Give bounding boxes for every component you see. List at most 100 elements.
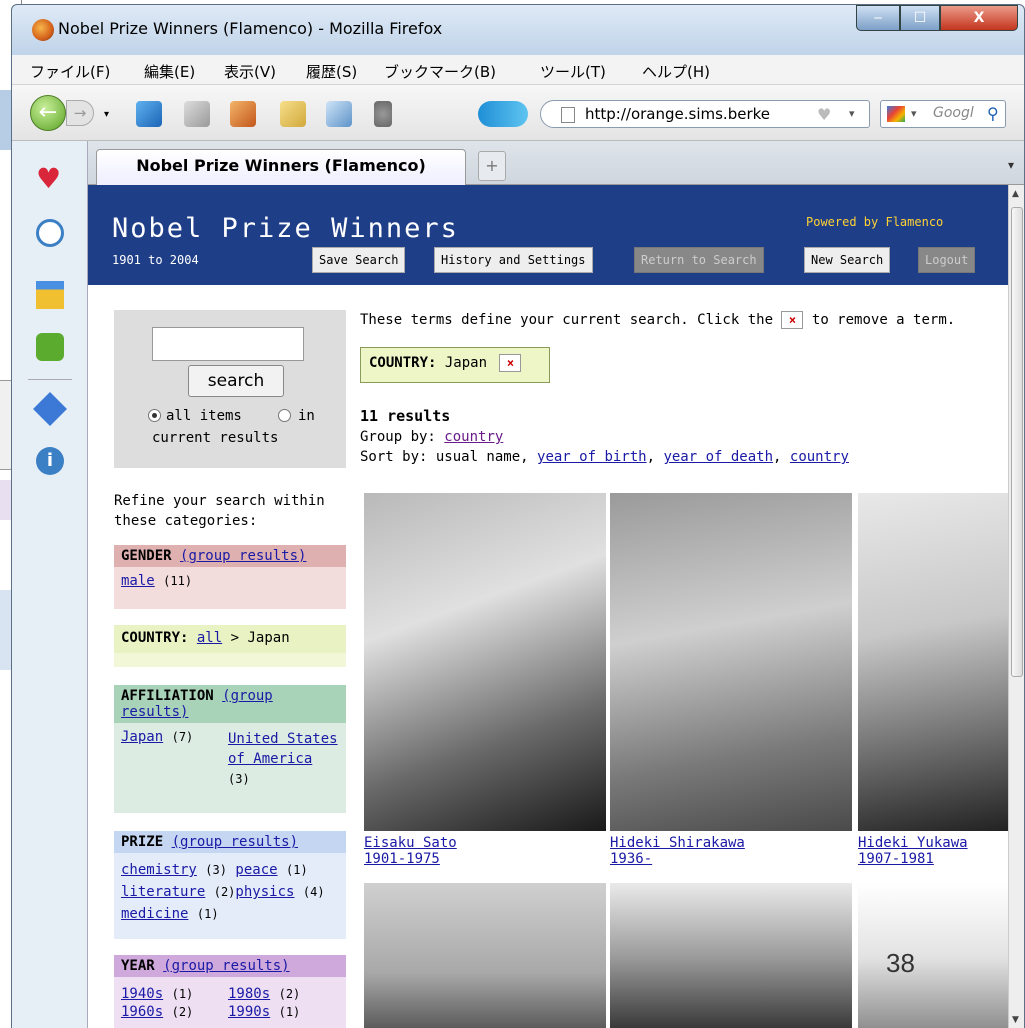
forward-button[interactable]: → [66,100,94,126]
back-button[interactable]: ← [30,95,66,131]
prize-group-link[interactable]: (group results) [172,834,298,850]
person-2-years-link[interactable]: 1936- [610,851,652,867]
group-by-line: Group by: country [360,429,503,445]
history-dropdown-icon[interactable]: ▾ [104,109,114,120]
prize-chemistry-link[interactable]: chemistry [121,862,197,878]
addon-pill-icon[interactable] [478,101,528,127]
person-1-years-link[interactable]: 1901-1975 [364,851,440,867]
downloads-icon[interactable] [36,281,64,309]
gender-group-link[interactable]: (group results) [180,548,306,564]
year-1980s-link[interactable]: 1980s [228,986,270,1002]
engine-dropdown-icon[interactable]: ▾ [911,107,917,120]
menu-file[interactable]: ファイル(F) [30,61,110,82]
vertical-scrollbar[interactable]: ▲ ▼ [1008,185,1024,1028]
url-dropdown-icon[interactable]: ▾ [849,107,855,120]
sort-country-link[interactable]: country [790,449,849,465]
info-icon[interactable]: i [36,447,64,475]
scroll-down-icon[interactable]: ▼ [1012,1015,1019,1025]
year-1940s-link[interactable]: 1940s [121,986,163,1002]
current-results-radio[interactable] [278,409,291,422]
person-2-caption: Hideki Shirakawa 1936- [610,835,745,867]
site-banner: Nobel Prize Winners 1901 to 2004 Powered… [88,185,1008,285]
year-1960s-link[interactable]: 1960s [121,1004,163,1020]
menu-edit[interactable]: 編集(E) [144,61,195,82]
plugin-icon[interactable] [33,392,67,426]
tab-nobel[interactable]: Nobel Prize Winners (Flamenco) [96,149,466,185]
stop-icon[interactable] [184,101,210,127]
intro-text-a: These terms define your current search. … [360,312,774,328]
tab-list-icon[interactable]: ▾ [1000,151,1022,181]
photo-eisaku-sato[interactable] [364,493,606,831]
history-clock-icon[interactable] [36,219,64,247]
sort-by-line: Sort by: usual name, year of birth, year… [360,449,849,465]
extension-icon[interactable] [374,101,392,127]
new-window-icon[interactable] [326,101,352,127]
person-2-name-link[interactable]: Hideki Shirakawa [610,835,745,851]
country-separator: > [230,630,240,646]
prize-medicine-link[interactable]: medicine [121,906,188,922]
search-button[interactable]: search [188,365,284,397]
refine-heading-2: these categories: [114,513,258,529]
minimize-button[interactable]: ‒ [856,5,900,31]
photo-hideki-yukawa[interactable] [858,493,1008,831]
menu-history[interactable]: 履歴(S) [306,61,357,82]
close-button[interactable]: X [940,5,1018,31]
prize-literature-count: (2) [213,885,236,899]
url-bar[interactable]: http://orange.sims.berke ♥ ▾ [540,100,870,128]
menu-help[interactable]: ヘルプ(H) [642,61,710,82]
affiliation-japan-link[interactable]: Japan [121,729,163,745]
menu-bar: ファイル(F) 編集(E) 表示(V) 履歴(S) ブックマーク(B) ツール(… [12,55,1024,85]
person-1-name-link[interactable]: Eisaku Sato [364,835,457,851]
new-tab-button[interactable]: + [478,151,506,181]
person-3-name-link[interactable]: Hideki Yukawa [858,835,968,851]
prize-physics-link[interactable]: physics [235,884,294,900]
facet-country-title: COUNTRY: [121,630,189,646]
remove-icon-example: × [781,311,804,329]
home-icon[interactable] [230,101,256,127]
menu-view[interactable]: 表示(V) [224,61,276,82]
year-group-link[interactable]: (group results) [163,958,289,974]
new-search-button[interactable]: New Search [804,247,891,273]
search-input[interactable] [152,327,304,361]
google-icon[interactable] [887,106,905,122]
prize-chemistry-count: (3) [205,863,227,877]
all-items-radio[interactable] [148,409,161,422]
affiliation-group-link[interactable]: (group [222,688,273,704]
all-items-label: all items [166,408,242,424]
affiliation-group-link-2[interactable]: results) [121,704,188,720]
sort-year-of-birth-link[interactable]: year of birth [537,449,647,465]
history-settings-button[interactable]: History and Settings [434,247,593,273]
menu-tools[interactable]: ツール(T) [540,61,606,82]
sort-year-of-death-link[interactable]: year of death [663,449,773,465]
remove-term-button[interactable]: × [499,354,522,372]
save-search-button[interactable]: Save Search [312,247,406,273]
photo-result-4[interactable] [364,883,606,1028]
photo-hideki-shirakawa[interactable] [610,493,852,831]
prize-literature-link[interactable]: literature [121,884,205,900]
search-icon[interactable]: ⚲ [987,104,999,123]
scroll-up-icon[interactable]: ▲ [1012,189,1019,199]
favorites-heart-icon[interactable]: ♥ [36,165,64,193]
country-all-link[interactable]: all [197,630,222,646]
person-3-years-link[interactable]: 1907-1981 [858,851,934,867]
affiliation-usa-link[interactable]: United States of America [228,731,338,767]
reload-icon[interactable] [136,101,162,127]
year-1990s-count: (1) [278,1005,301,1019]
year-1990s-link[interactable]: 1990s [228,1004,270,1020]
return-to-search-button[interactable]: Return to Search [634,247,764,273]
facet-gender-title: GENDER [121,548,172,564]
bookmark-folder-icon[interactable] [280,101,306,127]
photo-result-5[interactable] [610,883,852,1028]
person-1-caption: Eisaku Sato 1901-1975 [364,835,457,867]
heart-bookmark-icon[interactable]: ♥ [817,105,831,124]
prize-peace-link[interactable]: peace [235,862,277,878]
scrollbar-thumb[interactable] [1011,207,1023,677]
logout-button[interactable]: Logout [918,247,976,273]
gender-male-link[interactable]: male [121,573,155,589]
addons-puzzle-icon[interactable] [36,333,64,361]
photo-result-6[interactable] [858,883,1008,1028]
maximize-button[interactable]: ☐ [900,5,940,31]
menu-bookmarks[interactable]: ブックマーク(B) [384,61,496,82]
group-by-country-link[interactable]: country [444,429,503,445]
web-search-box[interactable]: ▾ Googl ⚲ [880,100,1006,128]
